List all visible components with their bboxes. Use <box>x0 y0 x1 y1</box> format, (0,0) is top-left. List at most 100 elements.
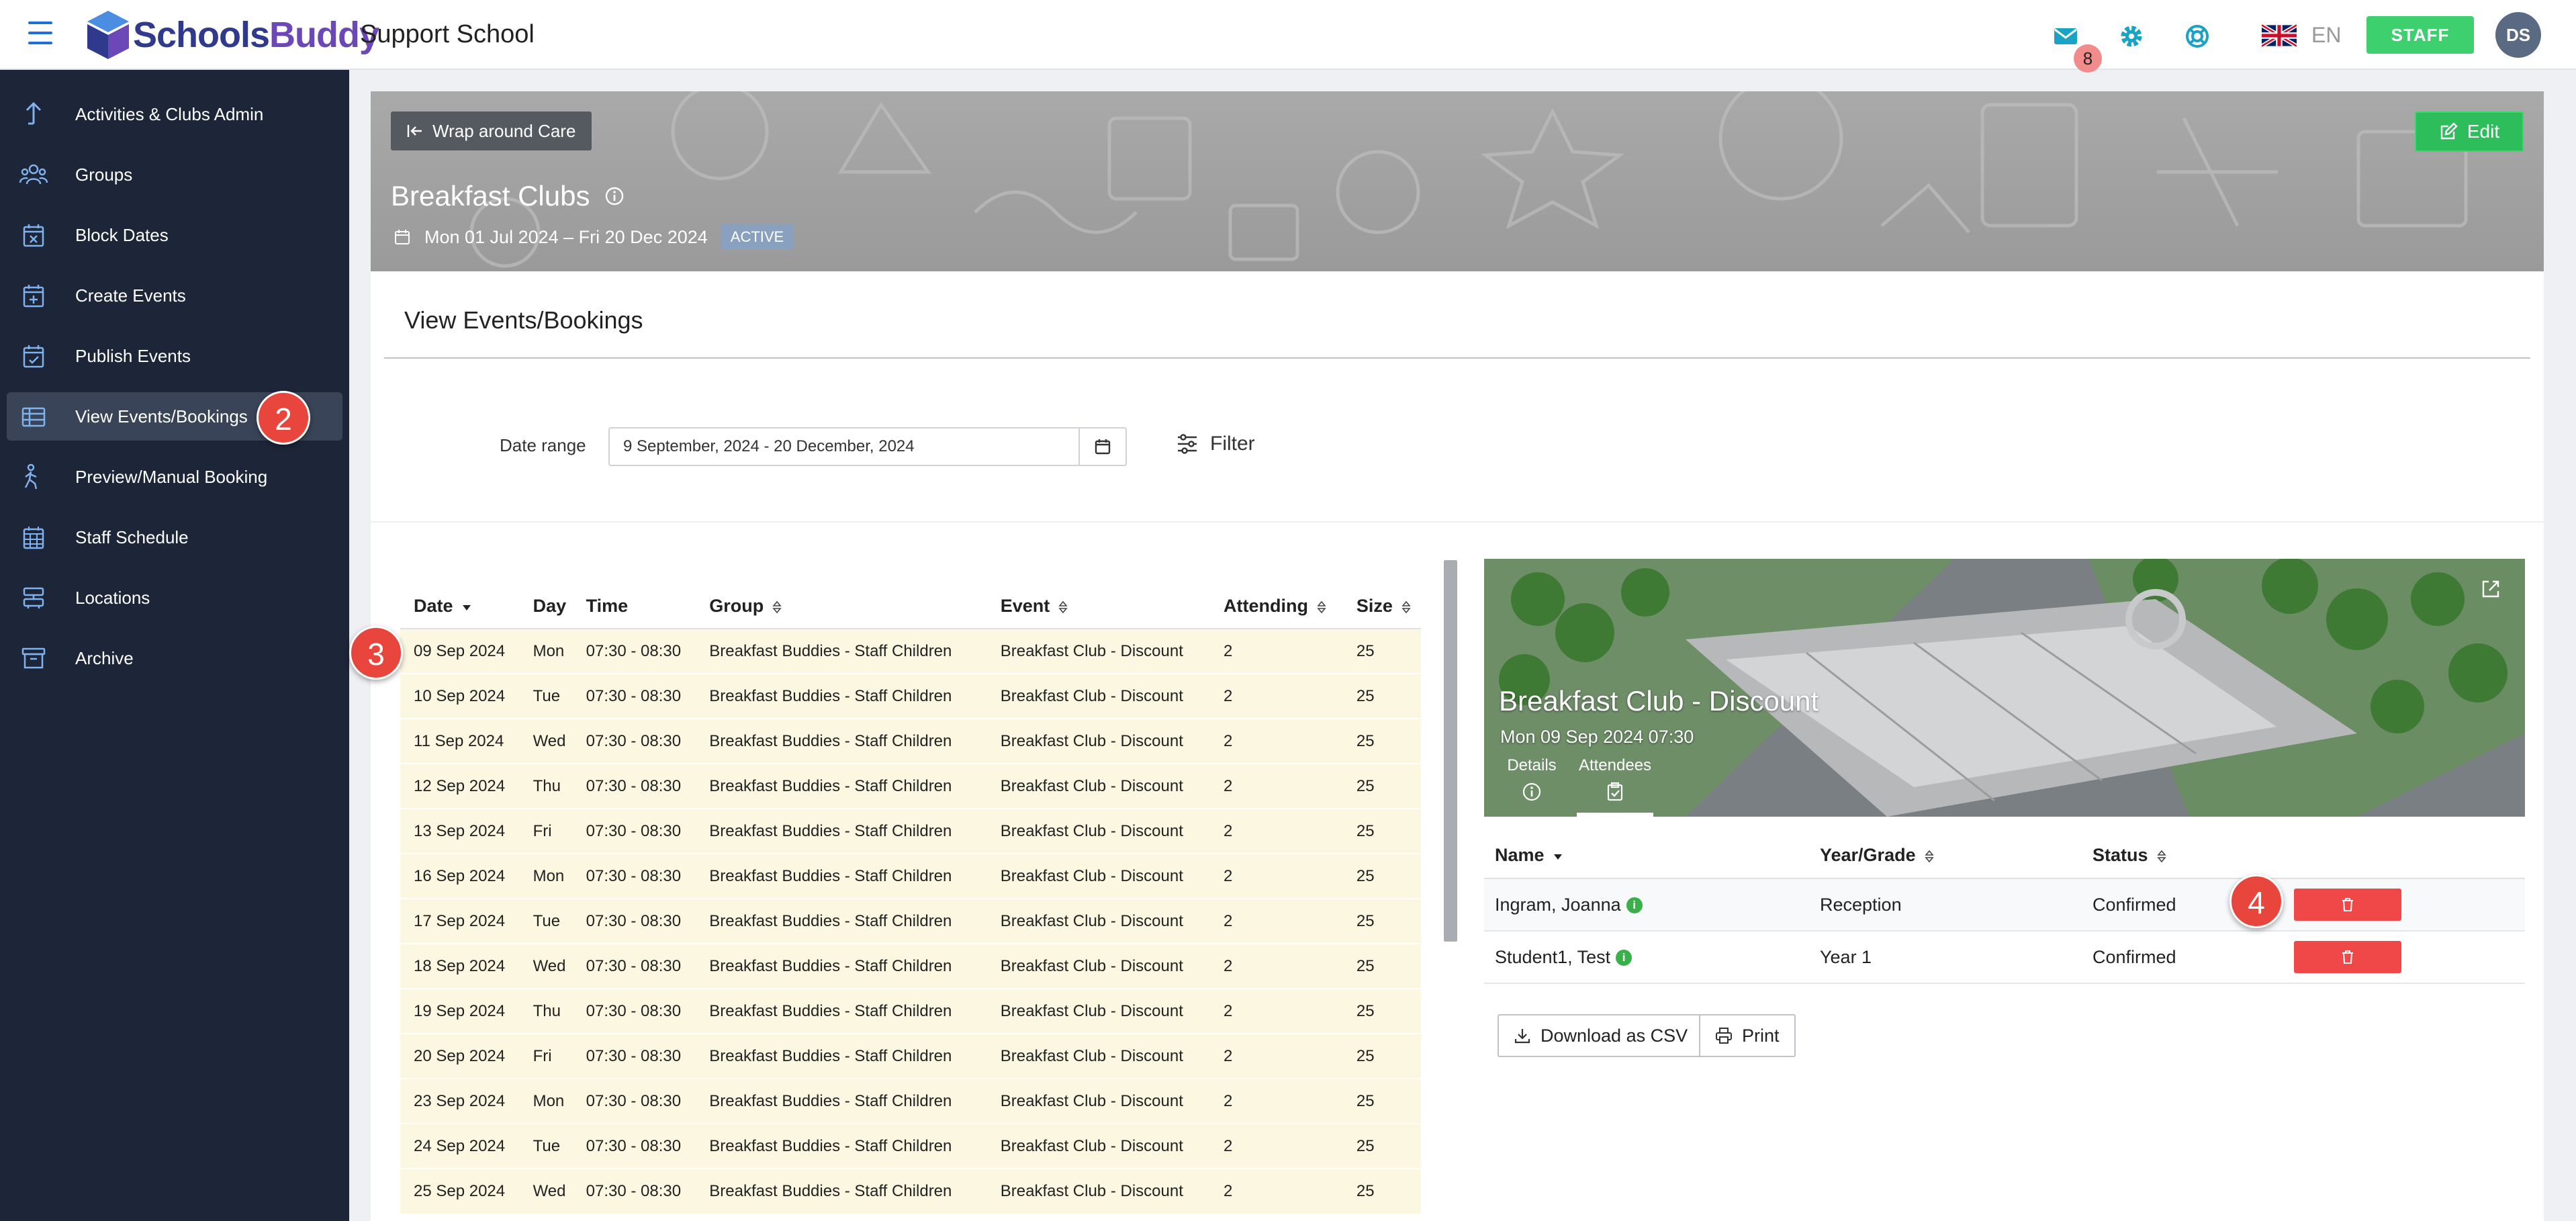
cell-date: 11 Sep 2024 <box>400 718 520 764</box>
table-row[interactable]: 18 Sep 2024 Wed 07:30 - 08:30 Breakfast Bud… <box>400 943 1421 989</box>
sort-icon <box>772 600 782 614</box>
calendar-icon <box>395 230 410 244</box>
cell-attending: 2 <box>1210 853 1343 899</box>
column-header-year-grade[interactable]: Year/Grade <box>1809 833 2082 879</box>
cell-date: 10 Sep 2024 <box>400 673 520 719</box>
cell-size: 25 <box>1342 629 1421 674</box>
events-scrollbar[interactable] <box>1444 560 1457 942</box>
back-to-wrap-around-care-button[interactable]: Wrap around Care <box>391 111 592 150</box>
sidebar-item-preview-manual-booking[interactable]: Preview/Manual Booking <box>7 453 342 501</box>
date-range-calendar-button[interactable] <box>1078 427 1127 466</box>
cell-event: Breakfast Club - Discount <box>986 898 1210 944</box>
mail-icon[interactable] <box>2052 23 2079 50</box>
attendee-name[interactable]: Student1, Test <box>1495 947 1610 967</box>
print-button[interactable]: Print <box>1699 1014 1796 1057</box>
sort-desc-icon <box>1553 854 1562 860</box>
column-header-size[interactable]: Size <box>1342 584 1421 629</box>
cell-time: 07:30 - 08:30 <box>572 943 696 989</box>
cell-attending: 2 <box>1210 1033 1343 1079</box>
table-row[interactable]: 23 Sep 2024 Mon 07:30 - 08:30 Breakfast Bud… <box>400 1078 1421 1124</box>
cell-size: 25 <box>1342 943 1421 989</box>
logo[interactable]: SchoolsBuddy <box>86 9 379 60</box>
external-link-icon[interactable] <box>2481 579 2501 599</box>
cell-date: 25 Sep 2024 <box>400 1168 520 1214</box>
cell-time: 07:30 - 08:30 <box>572 629 696 674</box>
gear-icon[interactable] <box>2118 23 2145 50</box>
cell-attending: 2 <box>1210 898 1343 944</box>
sidebar-item-publish-events[interactable]: Publish Events <box>7 332 342 380</box>
download-csv-button[interactable]: Download as CSV <box>1498 1014 1704 1057</box>
cell-day: Wed <box>519 718 573 764</box>
table-row[interactable]: 19 Sep 2024 Thu 07:30 - 08:30 Breakfast Bud… <box>400 988 1421 1034</box>
language-selector[interactable]: EN <box>2262 23 2341 48</box>
info-icon[interactable]: i <box>1616 950 1632 966</box>
column-header-date[interactable]: Date <box>400 584 520 629</box>
column-header-status[interactable]: Status <box>2082 833 2283 879</box>
cell-date: 20 Sep 2024 <box>400 1033 520 1079</box>
arrow-up-icon <box>26 101 42 125</box>
activity-title: Breakfast Clubs <box>391 180 625 212</box>
table-row[interactable]: 24 Sep 2024 Tue 07:30 - 08:30 Breakfast Bud… <box>400 1123 1421 1169</box>
filter-button[interactable]: Filter <box>1177 433 1255 455</box>
cell-day: Wed <box>519 1168 573 1214</box>
user-avatar[interactable]: DS <box>2495 12 2541 58</box>
cell-event: Breakfast Club - Discount <box>986 673 1210 719</box>
table-row[interactable]: 17 Sep 2024 Tue 07:30 - 08:30 Breakfast Bud… <box>400 898 1421 944</box>
cell-attending: 2 <box>1210 629 1343 674</box>
callout-step-4: 4 <box>2229 874 2283 928</box>
cell-day: Thu <box>519 763 573 809</box>
sidebar-item-staff-schedule[interactable]: Staff Schedule <box>7 513 342 561</box>
sidebar-item-groups[interactable]: Groups <box>7 150 342 199</box>
cell-event: Breakfast Club - Discount <box>986 1078 1210 1124</box>
staff-role-button[interactable]: STAFF <box>2366 16 2474 54</box>
table-row[interactable]: 10 Sep 2024 Tue 07:30 - 08:30 Breakfast Bud… <box>400 673 1421 719</box>
sidebar-item-create-events[interactable]: Create Events <box>7 271 342 320</box>
logo-cube-icon <box>87 11 129 59</box>
table-row[interactable]: 16 Sep 2024 Mon 07:30 - 08:30 Breakfast Bud… <box>400 853 1421 899</box>
event-datetime: Mon 09 Sep 2024 07:30 <box>1500 727 1694 747</box>
school-name: Support School <box>360 20 535 48</box>
table-row[interactable]: 12 Sep 2024 Thu 07:30 - 08:30 Breakfast Bud… <box>400 763 1421 809</box>
cell-time: 07:30 - 08:30 <box>572 1168 696 1214</box>
cell-group: Breakfast Buddies - Staff Children <box>696 898 987 944</box>
edit-button[interactable]: Edit <box>2415 111 2524 152</box>
attendee-name[interactable]: Ingram, Joanna <box>1495 895 1621 915</box>
info-circle-icon[interactable] <box>604 186 625 206</box>
sidebar-item-locations[interactable]: Locations <box>7 574 342 622</box>
cell-event: Breakfast Club - Discount <box>986 1033 1210 1079</box>
table-row[interactable]: 13 Sep 2024 Fri 07:30 - 08:30 Breakfast Bud… <box>400 808 1421 854</box>
help-lifebuoy-icon[interactable] <box>2184 23 2211 50</box>
archive-icon <box>21 647 46 669</box>
cell-event: Breakfast Club - Discount <box>986 1123 1210 1169</box>
table-row[interactable]: 20 Sep 2024 Fri 07:30 - 08:30 Breakfast Bud… <box>400 1033 1421 1079</box>
cell-group: Breakfast Buddies - Staff Children <box>696 1168 987 1214</box>
remove-attendee-button[interactable] <box>2294 941 2401 973</box>
divider <box>384 357 2530 359</box>
cell-time: 07:30 - 08:30 <box>572 718 696 764</box>
cell-group: Breakfast Buddies - Staff Children <box>696 1123 987 1169</box>
sidebar-item-block-dates[interactable]: Block Dates <box>7 211 342 259</box>
column-header-event[interactable]: Event <box>986 584 1210 629</box>
table-row[interactable]: 11 Sep 2024 Wed 07:30 - 08:30 Breakfast Bud… <box>400 718 1421 764</box>
sidebar-item-activities-clubs-admin[interactable]: Activities & Clubs Admin <box>7 90 342 138</box>
info-icon[interactable]: i <box>1626 897 1643 914</box>
cell-time: 07:30 - 08:30 <box>572 808 696 854</box>
tab-details[interactable]: Details <box>1504 756 1559 802</box>
hamburger-menu-icon[interactable] <box>28 21 52 44</box>
column-header-group[interactable]: Group <box>696 584 987 629</box>
sidebar-item-archive[interactable]: Archive <box>7 634 342 682</box>
events-table-container: Date Day Time Group Event Attending Size… <box>400 584 1421 1214</box>
remove-attendee-button[interactable] <box>2294 889 2401 921</box>
cell-day: Tue <box>519 673 573 719</box>
cell-size: 25 <box>1342 1123 1421 1169</box>
column-header-name[interactable]: Name <box>1484 833 1809 879</box>
table-row[interactable]: 25 Sep 2024 Wed 07:30 - 08:30 Breakfast Bud… <box>400 1168 1421 1214</box>
date-range-input[interactable]: 9 September, 2024 - 20 December, 2024 <box>608 427 1080 466</box>
tab-attendees[interactable]: Attendees <box>1577 756 1653 802</box>
event-cover-image: Breakfast Club - Discount Mon 09 Sep 202… <box>1484 559 2525 817</box>
table-row[interactable]: 09 Sep 2024 Mon 07:30 - 08:30 Breakfast Bud… <box>400 629 1421 674</box>
column-header-attending[interactable]: Attending <box>1210 584 1343 629</box>
cell-attending: 2 <box>1210 1123 1343 1169</box>
events-table-header-row: Date Day Time Group Event Attending Size <box>400 584 1421 629</box>
cell-size: 25 <box>1342 1078 1421 1124</box>
